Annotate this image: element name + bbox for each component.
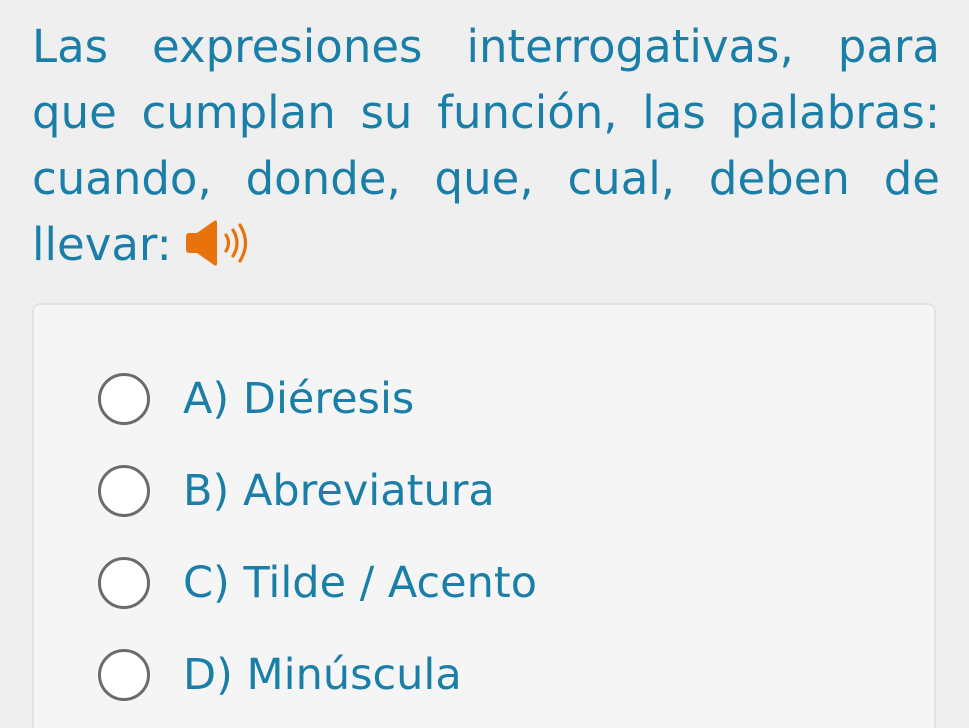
radio-button-c[interactable] <box>98 557 150 609</box>
option-b[interactable]: B) Abreviatura <box>98 456 495 526</box>
radio-button-b[interactable] <box>98 465 150 517</box>
option-c[interactable]: C) Tilde / Acento <box>98 548 537 618</box>
speaker-icon <box>185 220 247 266</box>
option-d-label: D) Minúscula <box>183 650 462 700</box>
options-card: A) Diéresis B) Abreviatura C) Tilde / Ac… <box>32 303 936 728</box>
option-a[interactable]: A) Diéresis <box>98 364 414 434</box>
option-d[interactable]: D) Minúscula <box>98 640 462 710</box>
question-label: Las expresiones interrogativas, para que… <box>32 20 940 271</box>
option-c-label: C) Tilde / Acento <box>183 558 538 608</box>
radio-button-d[interactable] <box>98 649 150 701</box>
option-b-label: B) Abreviatura <box>183 466 495 516</box>
option-a-label: A) Diéresis <box>183 374 415 424</box>
question-text: Las expresiones interrogativas, para que… <box>32 14 940 278</box>
radio-button-a[interactable] <box>98 373 150 425</box>
audio-button[interactable] <box>180 218 256 268</box>
